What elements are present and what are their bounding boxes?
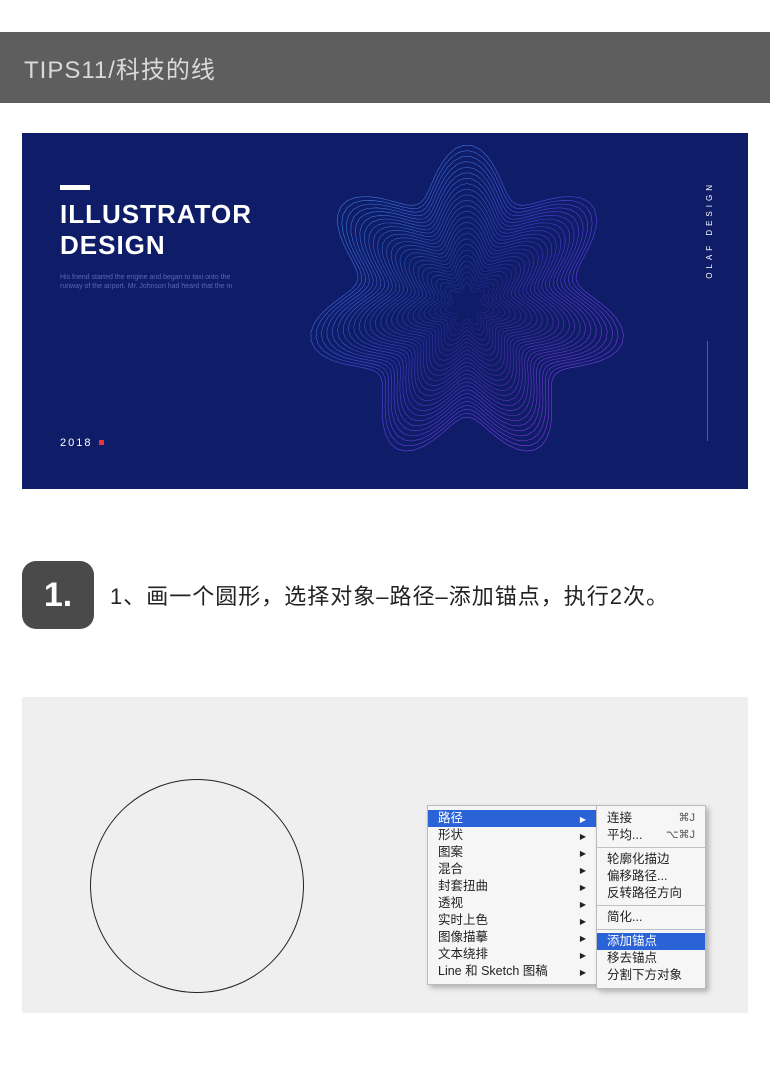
menu-shortcut: ⌥⌘J	[666, 828, 695, 843]
menu-item-label: 文本绕排	[438, 947, 488, 962]
context-menus: 路径形状图案混合封套扭曲透视实时上色图像描摹文本绕排 Line 和 Sketch …	[427, 805, 706, 989]
menu-item-label: 封套扭曲	[438, 879, 488, 894]
context-menu-secondary[interactable]: 连接 ⌘J 平均... ⌥⌘J 轮廓化描边偏移路径... 反转路径方向简化... 添加锚点移…	[596, 805, 706, 989]
submenu-arrow-icon	[580, 947, 586, 963]
submenu-arrow-icon	[580, 913, 586, 929]
menu-item[interactable]: 图像描摹	[428, 929, 596, 946]
menu-item-label: 图像描摹	[438, 930, 488, 945]
menu-item[interactable]: 路径	[428, 810, 596, 827]
menu-item[interactable]: 平均... ⌥⌘J	[597, 827, 705, 844]
menu-item-label: 移去锚点	[607, 951, 657, 966]
header-bar: TIPS11/科技的线	[0, 32, 770, 103]
spirograph-graphic	[307, 145, 627, 465]
submenu-arrow-icon	[580, 845, 586, 861]
poster-card: ILLUSTRATOR DESIGN His friend started th…	[22, 133, 748, 489]
submenu-arrow-icon	[580, 879, 586, 895]
submenu-arrow-icon	[580, 896, 586, 912]
submenu-arrow-icon	[580, 828, 586, 844]
menu-item-label: 图案	[438, 845, 463, 860]
menu-item-label: 形状	[438, 828, 463, 843]
step-number-badge: 1.	[22, 561, 94, 629]
menu-item-label: 混合	[438, 862, 463, 877]
menu-item-label: 添加锚点	[607, 934, 657, 949]
menu-item-label: Line 和 Sketch 图稿	[438, 964, 548, 979]
menu-item-label: 透视	[438, 896, 463, 911]
poster-year: 2018	[60, 437, 105, 449]
menu-separator	[597, 847, 705, 848]
menu-item[interactable]: 连接 ⌘J	[597, 810, 705, 827]
step-instruction: 1、画一个圆形，选择对象–路径–添加锚点，执行2次。	[110, 579, 669, 611]
poster-heading: ILLUSTRATOR DESIGN	[60, 199, 252, 261]
menu-item[interactable]: 添加锚点	[597, 933, 705, 950]
header-title: TIPS11/科技的线	[24, 50, 746, 85]
menu-item-label: 轮廓化描边	[607, 852, 670, 867]
menu-separator	[597, 905, 705, 906]
step-row: 1. 1、画一个圆形，选择对象–路径–添加锚点，执行2次。	[22, 561, 748, 629]
submenu-arrow-icon	[580, 862, 586, 878]
menu-separator	[597, 929, 705, 930]
menu-item-label: 简化...	[607, 910, 642, 925]
menu-item[interactable]: 图案	[428, 844, 596, 861]
menu-item-label: 路径	[438, 811, 463, 826]
menu-item[interactable]: 实时上色	[428, 912, 596, 929]
menu-item[interactable]: 偏移路径...	[597, 868, 705, 885]
menu-item[interactable]: Line 和 Sketch 图稿	[428, 963, 596, 980]
submenu-arrow-icon	[580, 811, 586, 827]
context-menu-primary[interactable]: 路径形状图案混合封套扭曲透视实时上色图像描摹文本绕排 Line 和 Sketch …	[427, 805, 597, 985]
menu-item[interactable]: 分割下方对象	[597, 967, 705, 984]
accent-bar	[60, 185, 90, 190]
circle-shape	[90, 779, 304, 993]
menu-item[interactable]: 反转路径方向	[597, 885, 705, 902]
menu-item[interactable]: 简化...	[597, 909, 705, 926]
submenu-arrow-icon	[580, 964, 586, 980]
menu-item-label: 实时上色	[438, 913, 488, 928]
menu-item-label: 反转路径方向	[607, 886, 682, 901]
menu-item[interactable]: 透视	[428, 895, 596, 912]
menu-item[interactable]: 文本绕排	[428, 946, 596, 963]
menu-item[interactable]: 形状	[428, 827, 596, 844]
menu-item[interactable]: 混合	[428, 861, 596, 878]
menu-item[interactable]: 移去锚点	[597, 950, 705, 967]
poster-subtext: His friend started the engine and began …	[60, 273, 240, 291]
poster-right-label: OLAF DESIGN	[705, 181, 714, 279]
menu-shortcut: ⌘J	[679, 811, 696, 826]
menu-item-label: 平均...	[607, 828, 642, 843]
illustration-panel: 路径形状图案混合封套扭曲透视实时上色图像描摹文本绕排 Line 和 Sketch …	[22, 697, 748, 1013]
menu-item-label: 连接	[607, 811, 632, 826]
menu-item-label: 分割下方对象	[607, 968, 682, 983]
menu-item[interactable]: 封套扭曲	[428, 878, 596, 895]
menu-item-label: 偏移路径...	[607, 869, 667, 884]
menu-item[interactable]: 轮廓化描边	[597, 851, 705, 868]
content-area: ILLUSTRATOR DESIGN His friend started th…	[0, 103, 770, 1043]
poster-vertical-line	[707, 341, 708, 441]
submenu-arrow-icon	[580, 930, 586, 946]
